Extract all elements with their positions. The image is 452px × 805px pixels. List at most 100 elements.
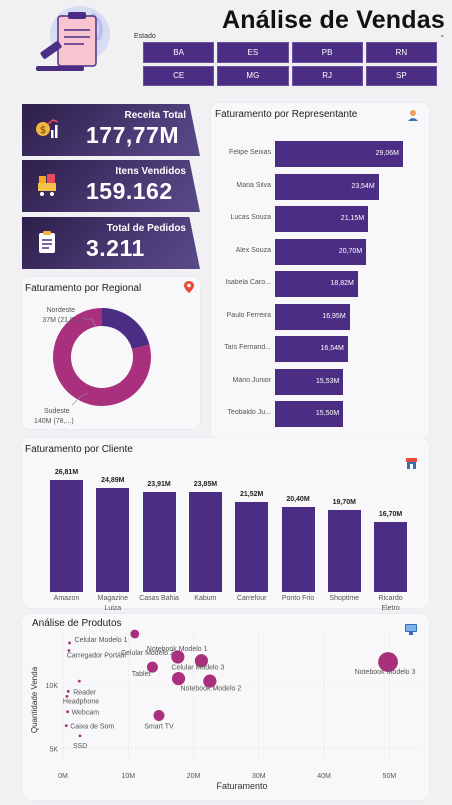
clipboard-icon — [39, 231, 55, 253]
representante-name: Maria Silva — [236, 181, 271, 189]
scatter-point[interactable] — [171, 671, 186, 686]
representante-bar[interactable]: 16,95M — [275, 303, 350, 330]
cliente-bar[interactable] — [235, 502, 269, 592]
cart-icon — [38, 174, 56, 196]
representante-value: 16,95M — [322, 312, 346, 320]
donut-value-nordeste: 37M (21,0...) — [42, 317, 82, 324]
scatter-point[interactable] — [68, 641, 71, 645]
representante-value: 15,53M — [316, 377, 340, 385]
cliente-bar[interactable] — [142, 492, 176, 592]
scatter-point[interactable] — [153, 710, 165, 722]
representante-row[interactable]: Mário Junior 15,53M — [211, 368, 429, 395]
scatter-point[interactable] — [64, 724, 68, 728]
store-icon — [406, 458, 417, 469]
chevron-down-icon[interactable]: ⌄ — [439, 30, 446, 39]
kpi-receita-label: Receita Total — [124, 110, 187, 121]
y-tick-label: 10K — [46, 683, 59, 690]
scatter-point[interactable] — [67, 649, 71, 652]
estado-option-rn[interactable]: RN — [365, 42, 437, 63]
cliente-value: 21,52M — [240, 491, 264, 499]
representante-card: Faturamento por Representante Felipe Sei… — [211, 103, 429, 439]
cliente-category: Amazon — [53, 595, 80, 602]
representante-bar[interactable]: 23,54M — [275, 173, 379, 200]
representante-bar[interactable]: 16,54M — [275, 336, 348, 362]
estado-option-ba[interactable]: BA — [143, 42, 215, 63]
representante-row[interactable]: Teobaldo Ju... 15,50M — [211, 401, 429, 427]
donut-slice-nordeste[interactable] — [102, 308, 150, 350]
x-tick-label: 40M — [317, 773, 331, 780]
cliente-bar[interactable] — [327, 509, 361, 592]
representante-row[interactable]: Taís Fernand... 16,54M — [211, 336, 429, 362]
estado-option-sp[interactable]: SP — [365, 65, 437, 86]
representante-row[interactable]: Maria Silva 23,54M — [211, 173, 429, 200]
estado-option-rj[interactable]: RJ — [291, 65, 363, 86]
person-icon — [408, 110, 418, 121]
y-tick-label: 5K — [49, 747, 58, 754]
representante-bar[interactable]: 15,53M — [275, 368, 344, 395]
scatter-point-label: Carregador Portátil — [67, 653, 127, 660]
representante-title: Faturamento por Representante — [215, 109, 358, 120]
scatter-point[interactable] — [203, 674, 217, 688]
auction-logo-icon — [36, 6, 110, 71]
scatter-point[interactable] — [77, 679, 81, 683]
donut-label-sudeste: Sudeste — [44, 408, 70, 415]
estado-label: Estado — [134, 33, 156, 40]
representante-bar[interactable]: 18,82M — [275, 271, 358, 297]
cliente-category: Casas Bahia — [139, 595, 179, 602]
representante-row[interactable]: Alex Souza 20,70M — [211, 238, 429, 265]
x-tick-label: 30M — [252, 773, 266, 780]
money-chart-icon: $ — [36, 119, 59, 138]
cliente-value: 23,91M — [147, 481, 171, 489]
representante-value: 15,50M — [315, 410, 340, 417]
scatter-point[interactable] — [65, 695, 69, 698]
representante-name: Mário Junior — [232, 376, 271, 384]
scatter-point-label: Notebook Modelo 3 — [355, 669, 416, 676]
estado-option-mg[interactable]: MG — [217, 65, 289, 86]
representante-bar[interactable]: 20,70M — [275, 238, 367, 265]
scatter-point-label: Caixa de Som — [70, 724, 114, 731]
kpi-total-pedidos: Total de Pedidos 3.211 — [22, 217, 200, 269]
scatter-point[interactable] — [66, 710, 69, 714]
representante-value: 29,06M — [375, 150, 399, 157]
produtos-card: Análise de Produtos 0M 10M 20M 30M 40M 50M 5K 1… — [22, 614, 429, 800]
estado-option-pb[interactable]: PB — [291, 42, 363, 63]
scatter-point[interactable] — [78, 734, 82, 738]
representante-value: 20,70M — [338, 247, 363, 255]
cliente-value: 26,81M — [54, 469, 79, 476]
scatter-point[interactable] — [130, 629, 140, 639]
scatter-point-label: Celular Modelo 1 — [75, 637, 128, 644]
representante-bar[interactable]: 21,15M — [275, 206, 369, 232]
cliente-bar[interactable] — [188, 492, 222, 592]
cliente-bar[interactable] — [281, 506, 315, 592]
kpi-itens-value: 159.162 — [86, 178, 173, 204]
donut-value-sudeste: 140M (78,...) — [34, 418, 74, 425]
cliente-bar[interactable] — [96, 488, 130, 592]
representante-name: Teobaldo Ju... — [227, 409, 271, 416]
cliente-card: Faturamento por Cliente 26,81M Amazon 24,8… — [22, 438, 429, 612]
cliente-category: Ponto Frio — [281, 595, 315, 602]
representante-row[interactable]: Felipe Seixas 29,06M — [211, 141, 429, 167]
svg-text:$: $ — [40, 125, 46, 136]
representante-row[interactable]: Paulo Ferreira 16,95M — [211, 303, 429, 330]
representante-bar[interactable]: 29,06M — [275, 141, 403, 167]
x-tick-label: 50M — [383, 773, 397, 780]
cliente-bar[interactable] — [374, 522, 408, 592]
scatter-point-label: Smart TV — [144, 724, 174, 731]
scatter-point[interactable] — [66, 689, 70, 693]
representante-row[interactable]: Lucas Souza 21,15M — [211, 206, 429, 232]
representante-value: 21,15M — [340, 215, 365, 222]
cliente-value: 16,70M — [378, 511, 403, 519]
scatter-point-label: Webcam — [72, 710, 100, 717]
cliente-bar[interactable] — [50, 480, 83, 592]
donut-label-nordeste: Nordeste — [47, 307, 76, 314]
estado-option-es[interactable]: ES — [217, 42, 289, 63]
kpi-itens-label: Itens Vendidos — [115, 166, 186, 177]
scatter-point-label: Celular Modelo 2 — [121, 650, 174, 657]
representante-row[interactable]: Isabela Caro... 18,82M — [211, 271, 429, 297]
y-axis-label: Quantidade Venda — [30, 666, 39, 733]
representante-value: 18,82M — [330, 280, 354, 287]
representante-value: 16,54M — [320, 345, 344, 352]
representante-bar[interactable]: 15,50M — [275, 401, 344, 427]
estado-option-ce[interactable]: CE — [143, 65, 215, 86]
cliente-value: 23,85M — [193, 481, 218, 489]
